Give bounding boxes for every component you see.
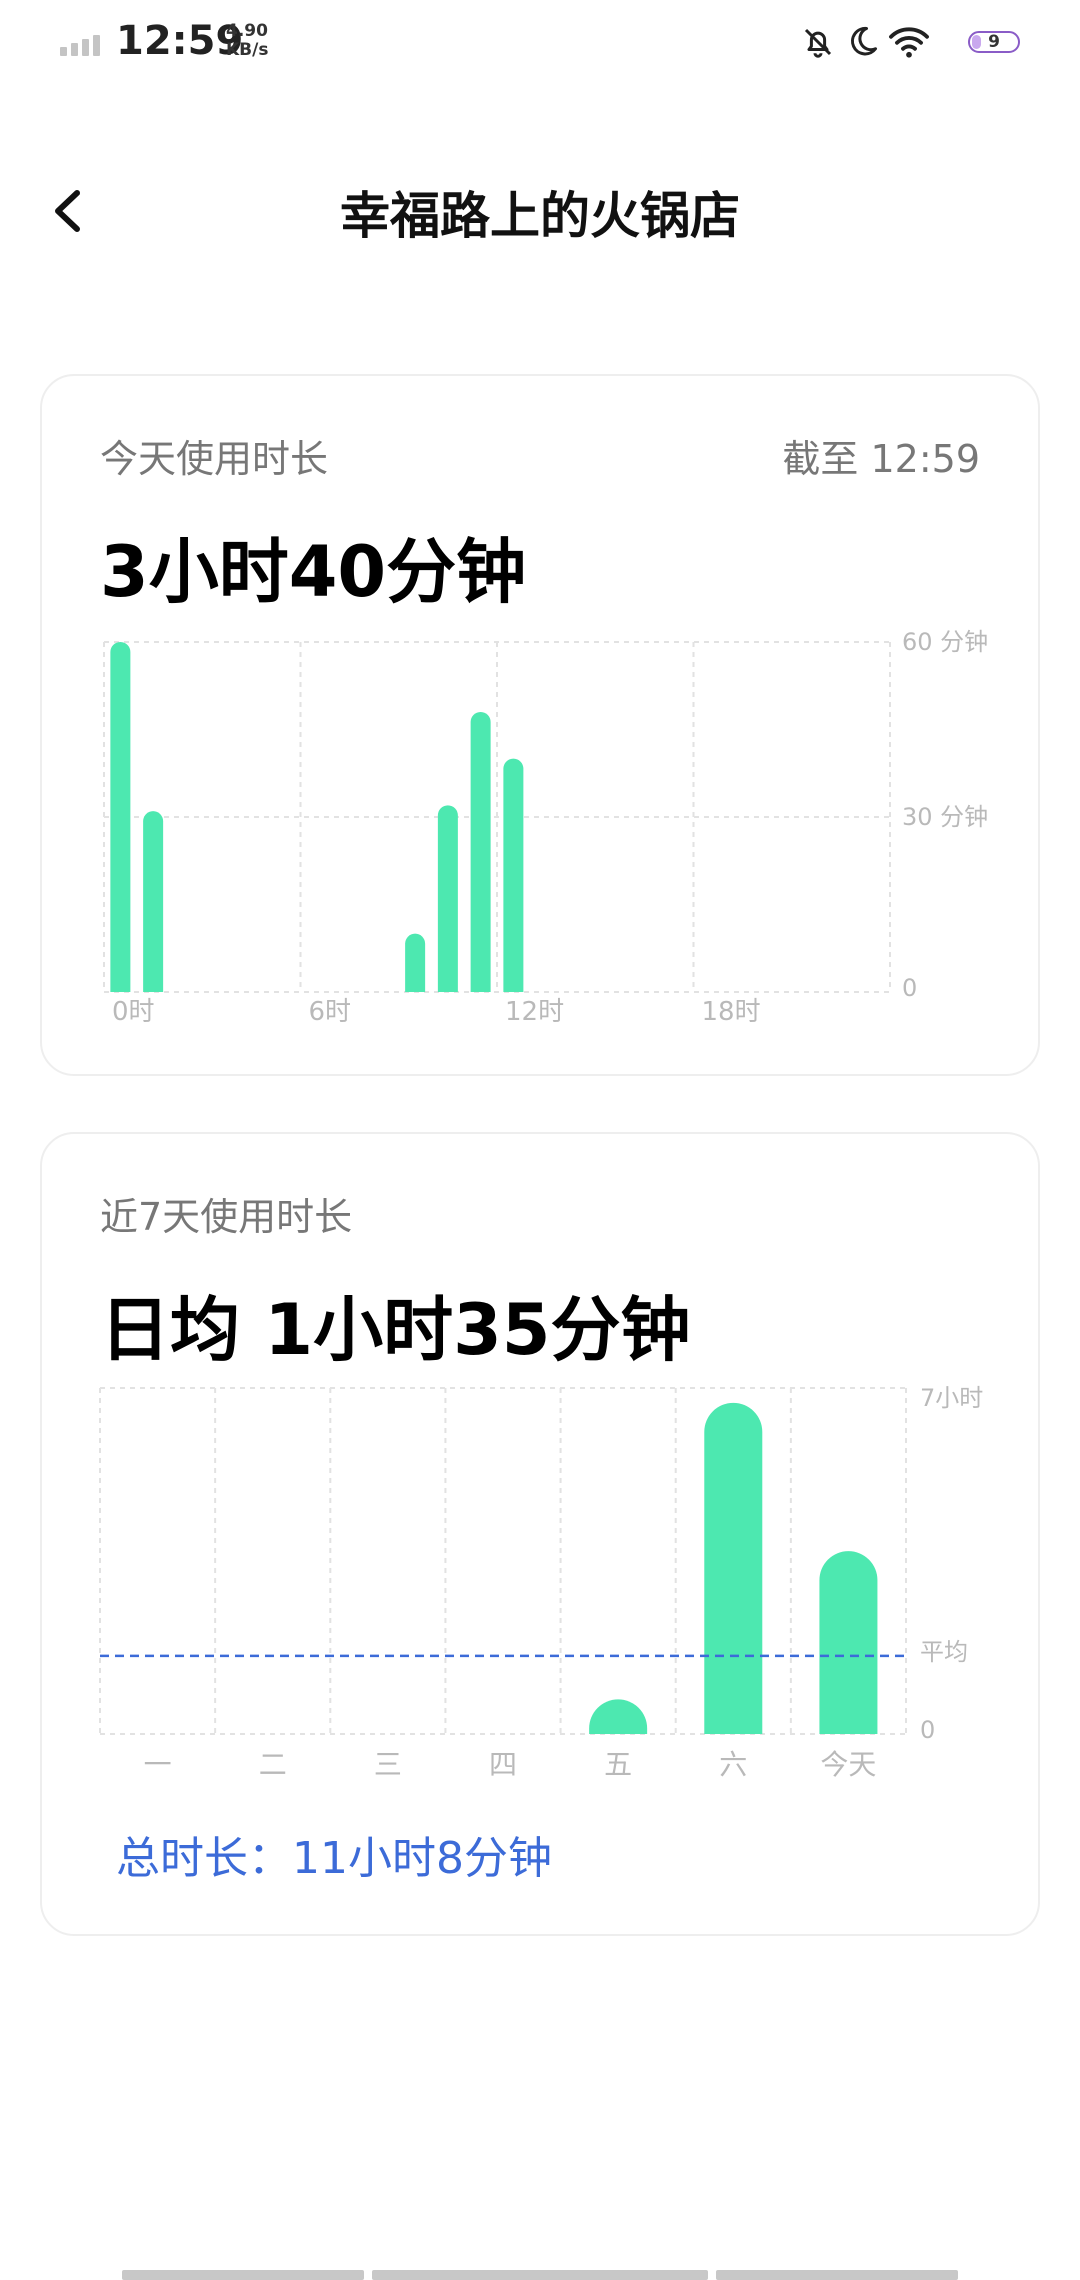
y-tick-label: 60 分钟 bbox=[902, 628, 988, 656]
hourly-bar bbox=[470, 712, 491, 992]
nav-bar-right[interactable] bbox=[716, 2270, 958, 2280]
x-tick-label: 6时 bbox=[309, 997, 352, 1027]
hourly-bar bbox=[110, 642, 131, 992]
battery-level: 9 bbox=[988, 32, 1000, 52]
x-tick-label: 一 bbox=[144, 1748, 172, 1781]
y-tick-label: 7小时 bbox=[920, 1384, 983, 1412]
network-speed-value: 4.90 bbox=[226, 21, 268, 41]
daily-bar bbox=[819, 1551, 878, 1734]
x-tick-label: 18时 bbox=[702, 997, 761, 1027]
today-usage-card: 今天使用时长 截至 12:59 3小时40分钟 0时 6时 12时 18时 0 30 分钟… bbox=[40, 374, 1040, 1076]
daily-bar bbox=[704, 1402, 763, 1734]
page-title: 幸福路上的火锅店 bbox=[340, 187, 740, 245]
x-tick-label: 今天 bbox=[820, 1748, 876, 1781]
network-speed-unit: KB/s bbox=[226, 40, 269, 60]
nav-bar-center[interactable] bbox=[372, 2270, 708, 2280]
y-tick-label: 0 bbox=[920, 1716, 935, 1744]
y-tick-label: 30 分钟 bbox=[902, 803, 988, 831]
hourly-bar bbox=[503, 758, 524, 992]
bell-off-icon bbox=[804, 28, 832, 58]
hourly-bar bbox=[437, 805, 458, 992]
hourly-bar bbox=[405, 933, 426, 992]
status-bar: 12:59 4.90 KB/s 9 bbox=[0, 0, 1080, 90]
battery-icon: 9 bbox=[968, 31, 1020, 53]
status-icons: 9 bbox=[800, 22, 1020, 62]
week-usage-card: 近7天使用时长 日均 1小时35分钟 平均一二三四五六今天 0 7小时 总时长：11… bbox=[40, 1132, 1040, 1936]
daily-bar bbox=[589, 1699, 648, 1734]
x-tick-label: 四 bbox=[489, 1748, 517, 1781]
wifi-icon bbox=[889, 27, 929, 58]
average-label: 平均 bbox=[920, 1638, 968, 1666]
screen: 12:59 4.90 KB/s 9 幸福路上的火锅店 今天使用时长 截至 12:… bbox=[0, 0, 1080, 2280]
nav-bar-left[interactable] bbox=[122, 2270, 364, 2280]
x-tick-label: 二 bbox=[259, 1748, 287, 1781]
weekly-usage-chart: 平均一 二 三 四 五 六 今天 0 7小时 bbox=[99, 1384, 983, 1781]
status-time: 12:59 bbox=[116, 18, 244, 64]
x-tick-label: 12时 bbox=[505, 997, 564, 1027]
hourly-usage-chart: 0时 6时 12时 18时 0 30 分钟 60 分钟 bbox=[103, 628, 988, 1027]
x-tick-label: 五 bbox=[604, 1748, 632, 1781]
x-tick-label: 0时 bbox=[112, 997, 155, 1027]
week-total: 总时长：11小时8分钟 bbox=[116, 1833, 552, 1884]
x-tick-label: 三 bbox=[374, 1748, 402, 1781]
network-speed: 4.90 KB/s bbox=[226, 22, 268, 60]
hourly-bar bbox=[143, 811, 164, 992]
x-tick-label: 六 bbox=[719, 1748, 747, 1781]
moon-icon bbox=[851, 26, 877, 56]
y-tick-label: 0 bbox=[902, 974, 917, 1002]
signal-icon bbox=[60, 30, 104, 56]
